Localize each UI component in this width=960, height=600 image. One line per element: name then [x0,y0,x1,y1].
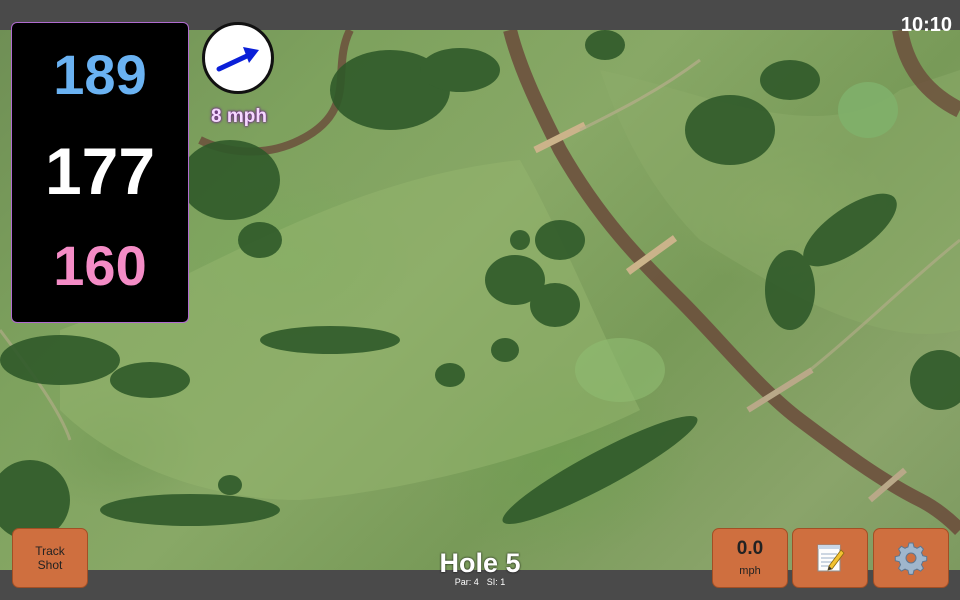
notepad-icon [817,544,845,572]
middle-distance: 177 [44,134,156,208]
wind-speed: 8 mph [211,106,267,127]
clock: 10:10 [900,14,952,36]
hole-details: Par: 4 SI: 1 [380,577,580,587]
distance-panel: 189 177 160 [11,22,189,323]
gear-icon [894,542,928,575]
track-shot-button[interactable]: Track Shot [12,528,88,588]
hole-title: Hole 5 [439,548,521,578]
front-distance: 160 [53,234,147,297]
speed-button[interactable]: 0.0 mph [712,528,788,588]
settings-button[interactable] [873,528,949,588]
speed-unit: mph [739,565,761,577]
hole-stroke-index: SI: 1 [486,577,506,587]
wind-direction-arrow-icon [216,47,259,72]
hole-par: Par: 4 [454,577,479,587]
track-shot-label-line2: Shot [37,558,63,572]
notes-button[interactable] [792,528,868,588]
back-distance: 189 [53,43,147,106]
speed-value: 0.0 [736,538,764,559]
track-shot-label-line1: Track [35,544,65,558]
wind-indicator [202,22,274,94]
